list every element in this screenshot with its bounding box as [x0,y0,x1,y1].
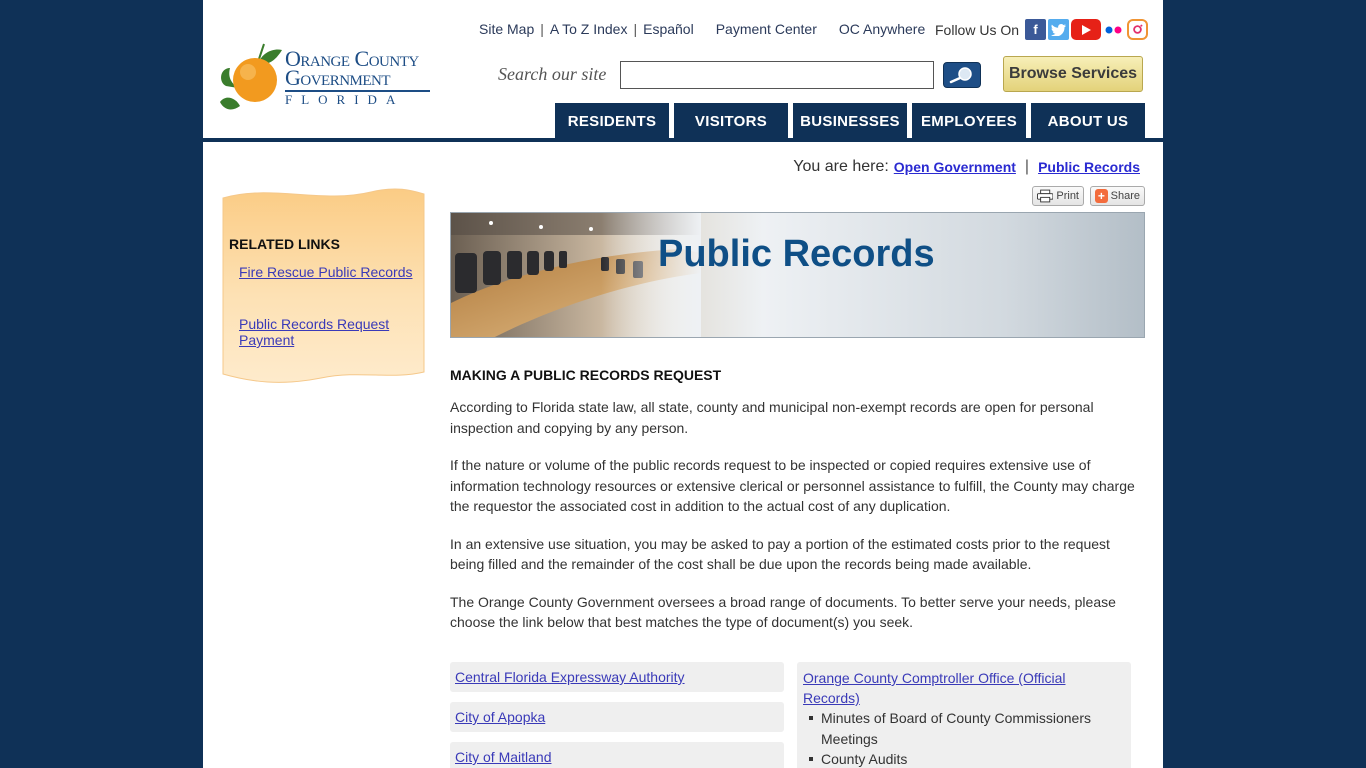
separator: | [633,21,638,37]
header-divider [203,138,1163,142]
related-links-panel: RELATED LINKS Fire Rescue Public Records… [221,186,425,386]
list-item: County Audits [809,749,1125,768]
page-banner: Public Records [450,212,1145,338]
facebook-icon[interactable]: f [1025,19,1047,40]
county-logo[interactable]: Orange County Government FLORIDA [218,42,430,114]
comptroller-office-link[interactable]: Orange County Comptroller Office (Offici… [803,670,1065,706]
nav-visitors[interactable]: VISITORS [674,103,788,139]
comptroller-records-list: Minutes of Board of County Commissioners… [809,708,1125,768]
comptroller-records-box: Orange County Comptroller Office (Offici… [797,662,1131,768]
utility-links: Site Map | A To Z Index | Español Paymen… [479,21,925,37]
paragraph: In an extensive use situation, you may b… [450,535,1110,573]
twitter-icon[interactable] [1048,19,1070,40]
print-label: Print [1056,190,1079,202]
main-nav: RESIDENTS VISITORS BUSINESSES EMPLOYEES … [555,103,1145,139]
page-title: Public Records [658,233,935,275]
list-item: Minutes of Board of County Commissioners… [809,708,1125,749]
payment-center-link[interactable]: Payment Center [716,21,817,37]
nav-businesses[interactable]: BUSINESSES [793,103,907,139]
nav-employees[interactable]: EMPLOYEES [912,103,1026,139]
browse-services-button[interactable]: Browse Services [1003,56,1143,92]
social-follow: Follow Us On f [935,19,1150,40]
site-map-link[interactable]: Site Map [479,21,534,37]
paragraph: If the nature or volume of the public re… [450,457,1135,514]
fire-rescue-records-link[interactable]: Fire Rescue Public Records [239,264,414,280]
cfx-authority-link[interactable]: Central Florida Expressway Authority [450,662,784,692]
print-button[interactable]: Print [1032,186,1084,206]
city-of-maitland-link[interactable]: City of Maitland [450,742,784,768]
search-label: Search our site [498,64,607,84]
flickr-icon[interactable] [1103,19,1126,40]
section-heading: MAKING A PUBLIC RECORDS REQUEST [450,367,722,383]
breadcrumb-open-government[interactable]: Open Government [894,159,1016,175]
search-icon [949,67,972,84]
related-links-title: RELATED LINKS [229,236,340,252]
youtube-icon[interactable] [1071,19,1102,40]
share-button[interactable]: + Share [1090,186,1145,206]
a-to-z-link[interactable]: A To Z Index [550,21,628,37]
breadcrumb: You are here: Open Government | Public R… [793,158,1140,176]
separator: | [1024,158,1030,175]
search-button[interactable] [943,62,981,88]
paragraph: According to Florida state law, all stat… [450,399,1094,436]
breadcrumb-public-records[interactable]: Public Records [1038,159,1140,175]
main-content: MAKING A PUBLIC RECORDS REQUEST Accordin… [450,367,1140,650]
share-plus-icon: + [1095,189,1108,203]
follow-label: Follow Us On [935,21,1020,38]
espanol-link[interactable]: Español [643,21,694,37]
separator: | [540,21,544,37]
instagram-icon[interactable] [1127,19,1149,40]
nav-about-us[interactable]: ABOUT US [1031,103,1145,139]
search-input[interactable] [620,61,934,89]
related-links-background [222,188,425,383]
share-label: Share [1110,190,1140,202]
oc-anywhere-link[interactable]: OC Anywhere [839,21,925,37]
nav-residents[interactable]: RESIDENTS [555,103,669,139]
printer-icon [1037,189,1054,203]
page: Orange County Government FLORIDA Site Ma… [203,0,1163,768]
city-of-apopka-link[interactable]: City of Apopka [450,702,784,732]
records-request-payment-link[interactable]: Public Records Request Payment [239,316,414,348]
logo-line-3: FLORIDA [285,90,430,106]
paragraph: The Orange County Government oversees a … [450,593,1116,631]
breadcrumb-prefix: You are here: [793,158,889,175]
orange-logo-icon [220,43,282,110]
